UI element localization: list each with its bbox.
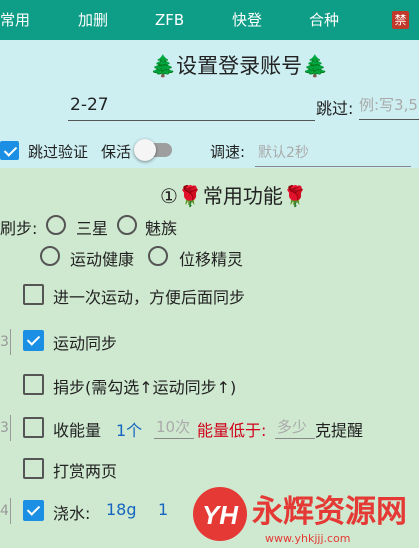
radio-label-sports-health: 运动健康 bbox=[70, 250, 135, 269]
watermark-brand: 永辉资源网 bbox=[252, 494, 407, 530]
tab-quick-login[interactable]: 快登 bbox=[232, 0, 262, 40]
sport-sync-label: 运动同步 bbox=[53, 334, 118, 353]
tab-common[interactable]: 常用 bbox=[0, 0, 30, 40]
donate-steps-checkbox[interactable] bbox=[23, 374, 44, 395]
radio-meizu[interactable] bbox=[117, 215, 137, 235]
collect-energy-label: 收能量 bbox=[53, 421, 102, 440]
skip-verify-checkbox[interactable] bbox=[0, 141, 19, 160]
edge-value: 3 bbox=[0, 329, 11, 355]
watering-grams: 18g bbox=[106, 500, 137, 519]
tab-co-plant[interactable]: 合种 bbox=[309, 0, 339, 40]
radio-sports-health[interactable] bbox=[40, 246, 60, 266]
account-title-text: 设置登录账号 bbox=[176, 54, 303, 78]
tip-two-pages-checkbox[interactable] bbox=[23, 458, 44, 479]
watering-extra: 1 bbox=[158, 500, 169, 519]
radio-label-meizu: 魅族 bbox=[145, 219, 178, 238]
tab-bar: 常用 加删 ZFB 快登 合种 禁 bbox=[0, 0, 419, 40]
donate-steps-label: 捐步(需勾选↑运动同步↑) bbox=[53, 378, 237, 397]
account-input[interactable] bbox=[68, 90, 315, 121]
skip-input[interactable] bbox=[359, 91, 419, 120]
functions-title: ①🌹常用功能🌹 bbox=[160, 184, 308, 208]
account-panel-title: 🌲设置登录账号🌲 bbox=[150, 50, 328, 80]
watermark-logo-text: YH bbox=[202, 500, 239, 530]
close-icon[interactable]: 禁 bbox=[392, 11, 409, 29]
skip-label: 跳过: bbox=[316, 99, 354, 118]
keepalive-toggle-thumb[interactable] bbox=[134, 139, 156, 161]
watermark-url: www.yhkjjj.com bbox=[265, 532, 351, 545]
brush-label: 刷步: bbox=[0, 219, 38, 238]
radio-label-location-spirit: 位移精灵 bbox=[179, 250, 244, 269]
tree-icon: 🌲 bbox=[150, 54, 177, 78]
sport-sync-checkbox[interactable] bbox=[23, 330, 44, 351]
speed-input[interactable] bbox=[255, 140, 411, 167]
sport-once-label: 进一次运动，方便后面同步 bbox=[53, 288, 246, 307]
energy-amount-input[interactable] bbox=[275, 416, 315, 439]
energy-times-input[interactable] bbox=[154, 416, 194, 439]
radio-location-spirit[interactable] bbox=[148, 246, 168, 266]
speed-label: 调速: bbox=[210, 143, 246, 161]
tab-zfb[interactable]: ZFB bbox=[155, 0, 184, 40]
sport-once-checkbox[interactable] bbox=[23, 284, 44, 305]
energy-low-label: 能量低于: bbox=[197, 421, 267, 440]
edge-value: 4 bbox=[0, 498, 11, 524]
energy-count: 1个 bbox=[116, 421, 143, 440]
energy-remind-label: 克提醒 bbox=[315, 421, 364, 440]
radio-label-samsung: 三星 bbox=[76, 219, 109, 238]
watermark-logo: YH 永辉资源网 www.yhkjjj.com bbox=[193, 487, 407, 545]
watering-checkbox[interactable] bbox=[23, 500, 44, 521]
watering-label: 浇水: bbox=[53, 504, 91, 523]
skip-verify-label: 跳过验证 bbox=[28, 143, 89, 161]
edge-value: 3 bbox=[0, 415, 11, 441]
tab-add-delete[interactable]: 加删 bbox=[78, 0, 108, 40]
collect-energy-checkbox[interactable] bbox=[23, 417, 44, 438]
tree-icon: 🌲 bbox=[302, 54, 329, 78]
radio-samsung[interactable] bbox=[46, 215, 66, 235]
keepalive-label: 保活 bbox=[101, 143, 132, 161]
tip-two-pages-label: 打赏两页 bbox=[53, 462, 118, 481]
